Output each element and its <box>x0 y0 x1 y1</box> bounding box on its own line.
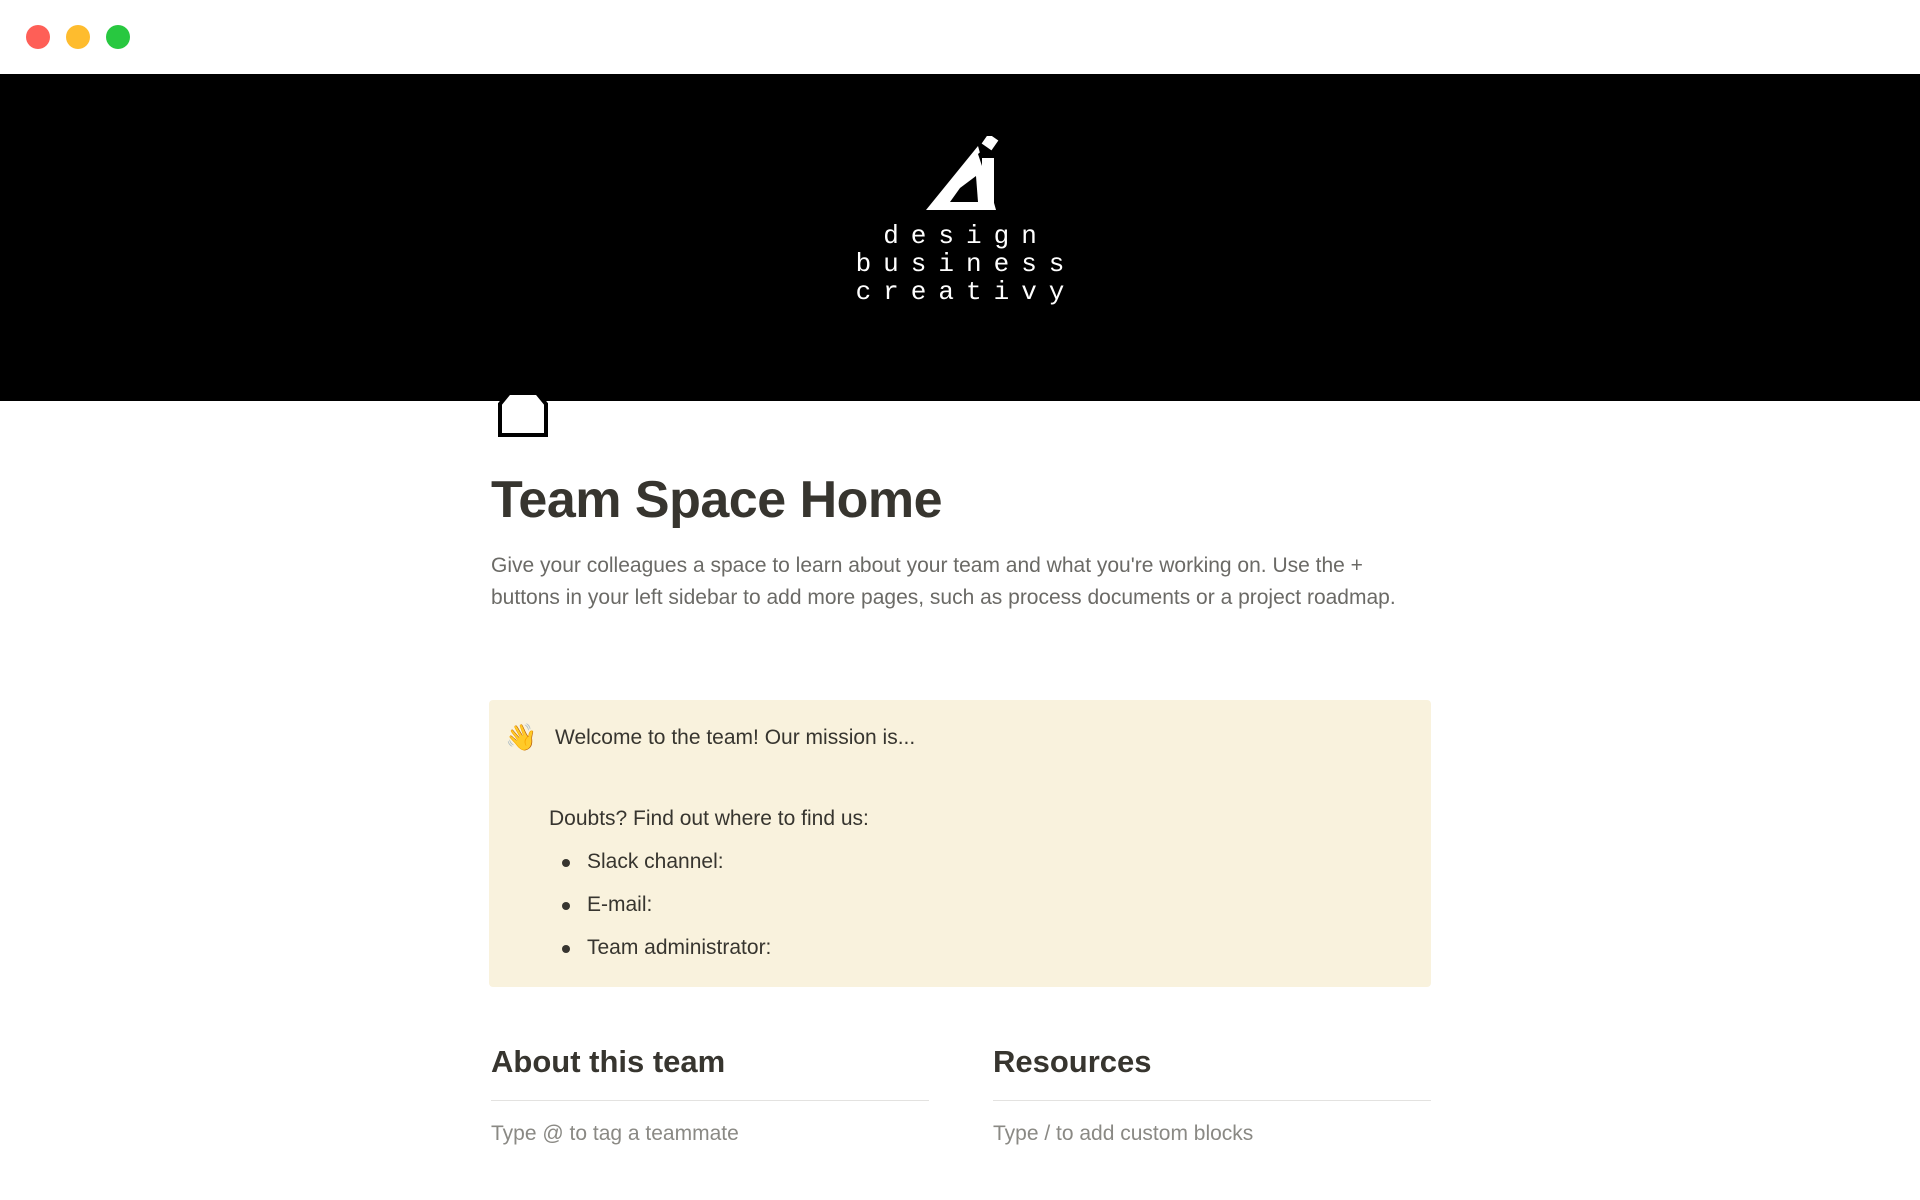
divider <box>491 1100 929 1101</box>
home-icon[interactable] <box>497 390 549 438</box>
callout-title[interactable]: Welcome to the team! Our mission is... <box>555 724 915 752</box>
bullet-icon <box>562 859 570 867</box>
minimize-window-button[interactable] <box>66 25 90 49</box>
contact-list: Slack channel: E-mail: Team administrato… <box>549 848 771 977</box>
resources-placeholder[interactable]: Type / to add custom blocks <box>993 1120 1253 1148</box>
zoom-window-button[interactable] <box>106 25 130 49</box>
list-item[interactable]: Slack channel: <box>549 848 771 891</box>
cover-wordmark: design business creativy <box>760 222 1160 306</box>
about-team-placeholder[interactable]: Type @ to tag a teammate <box>491 1120 739 1148</box>
divider <box>993 1100 1431 1101</box>
page-description[interactable]: Give your colleagues a space to learn ab… <box>491 550 1431 614</box>
list-item-label: E-mail: <box>587 893 653 916</box>
page-cover[interactable]: design business creativy <box>0 74 1920 401</box>
callout-subheading[interactable]: Doubts? Find out where to find us: <box>549 805 869 833</box>
triangle-ruler-logo-icon <box>926 136 999 210</box>
list-item[interactable]: Team administrator: <box>549 934 771 977</box>
list-item[interactable]: E-mail: <box>549 891 771 934</box>
bullet-icon <box>562 945 570 953</box>
window-titlebar <box>0 0 1920 74</box>
page-title[interactable]: Team Space Home <box>491 470 943 530</box>
close-window-button[interactable] <box>26 25 50 49</box>
welcome-callout[interactable]: 👋 Welcome to the team! Our mission is...… <box>489 700 1431 987</box>
list-item-label: Team administrator: <box>587 936 772 959</box>
resources-heading[interactable]: Resources <box>993 1044 1152 1080</box>
list-item-label: Slack channel: <box>587 850 724 873</box>
waving-hand-icon[interactable]: 👋 <box>505 720 537 754</box>
cover-line: creativy <box>855 277 1077 307</box>
bullet-icon <box>562 902 570 910</box>
about-team-heading[interactable]: About this team <box>491 1044 725 1080</box>
cover-line: design <box>883 221 1049 251</box>
cover-line: business <box>855 249 1077 279</box>
